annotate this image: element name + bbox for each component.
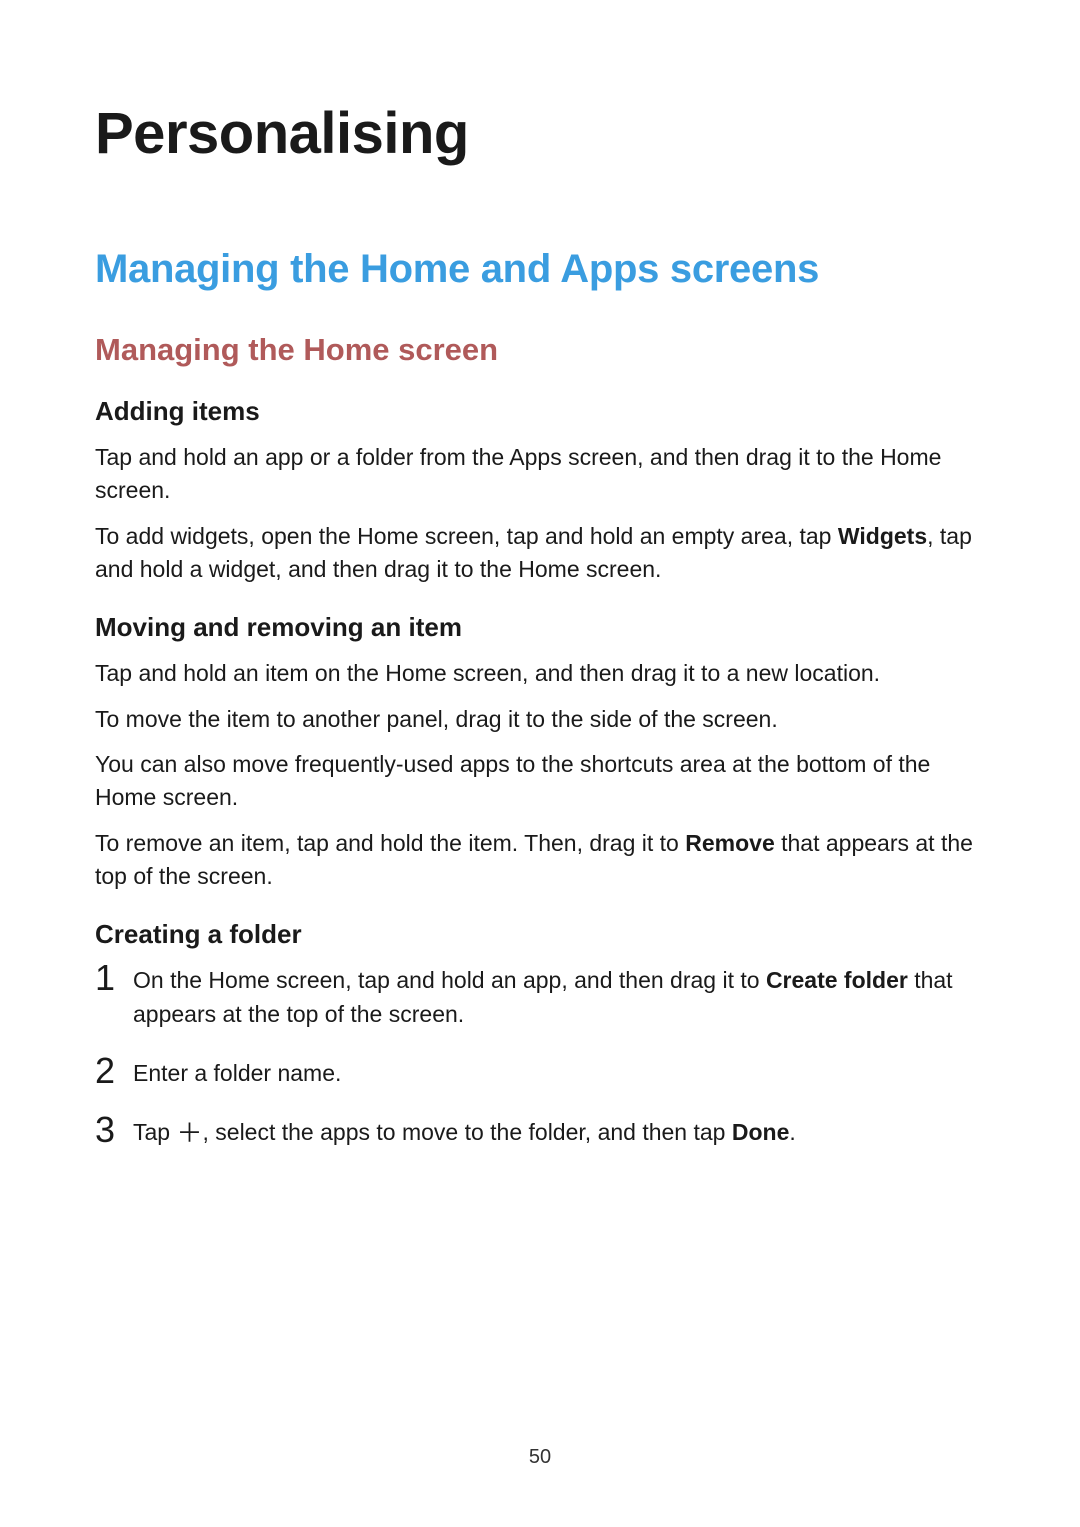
adding-items-para1: Tap and hold an app or a folder from the…: [95, 441, 985, 508]
moving-removing-para4: To remove an item, tap and hold the item…: [95, 827, 985, 894]
text-fragment: Tap: [133, 1119, 176, 1145]
creating-folder-heading: Creating a folder: [95, 919, 985, 950]
text-fragment: , select the apps to move to the folder,…: [203, 1119, 732, 1145]
subsection-title: Managing the Home screen: [95, 332, 985, 368]
step-text: On the Home screen, tap and hold an app,…: [133, 964, 985, 1031]
moving-removing-para1: Tap and hold an item on the Home screen,…: [95, 657, 985, 690]
section-title: Managing the Home and Apps screens: [95, 247, 985, 292]
page-title: Personalising: [95, 100, 985, 167]
widgets-label: Widgets: [838, 523, 927, 549]
plus-icon: ＋: [176, 1120, 202, 1146]
text-fragment: To remove an item, tap and hold the item…: [95, 830, 685, 856]
step-list: 1 On the Home screen, tap and hold an ap…: [95, 964, 985, 1149]
step-number: 2: [95, 1053, 133, 1089]
text-fragment: .: [789, 1119, 795, 1145]
moving-removing-heading: Moving and removing an item: [95, 612, 985, 643]
moving-removing-para3: You can also move frequently-used apps t…: [95, 748, 985, 815]
page-content: Personalising Managing the Home and Apps…: [0, 0, 1080, 1150]
adding-items-para2: To add widgets, open the Home screen, ta…: [95, 520, 985, 587]
text-fragment: On the Home screen, tap and hold an app,…: [133, 967, 766, 993]
page-number: 50: [0, 1446, 1080, 1469]
step-text: Tap ＋, select the apps to move to the fo…: [133, 1116, 985, 1149]
step-item-1: 1 On the Home screen, tap and hold an ap…: [95, 964, 985, 1031]
step-number: 3: [95, 1112, 133, 1148]
moving-removing-para2: To move the item to another panel, drag …: [95, 703, 985, 736]
step-item-2: 2 Enter a folder name.: [95, 1057, 985, 1090]
remove-label: Remove: [685, 830, 774, 856]
text-fragment: To add widgets, open the Home screen, ta…: [95, 523, 838, 549]
done-label: Done: [732, 1119, 790, 1145]
step-item-3: 3 Tap ＋, select the apps to move to the …: [95, 1116, 985, 1149]
step-number: 1: [95, 960, 133, 996]
create-folder-label: Create folder: [766, 967, 908, 993]
step-text: Enter a folder name.: [133, 1057, 985, 1090]
adding-items-heading: Adding items: [95, 396, 985, 427]
